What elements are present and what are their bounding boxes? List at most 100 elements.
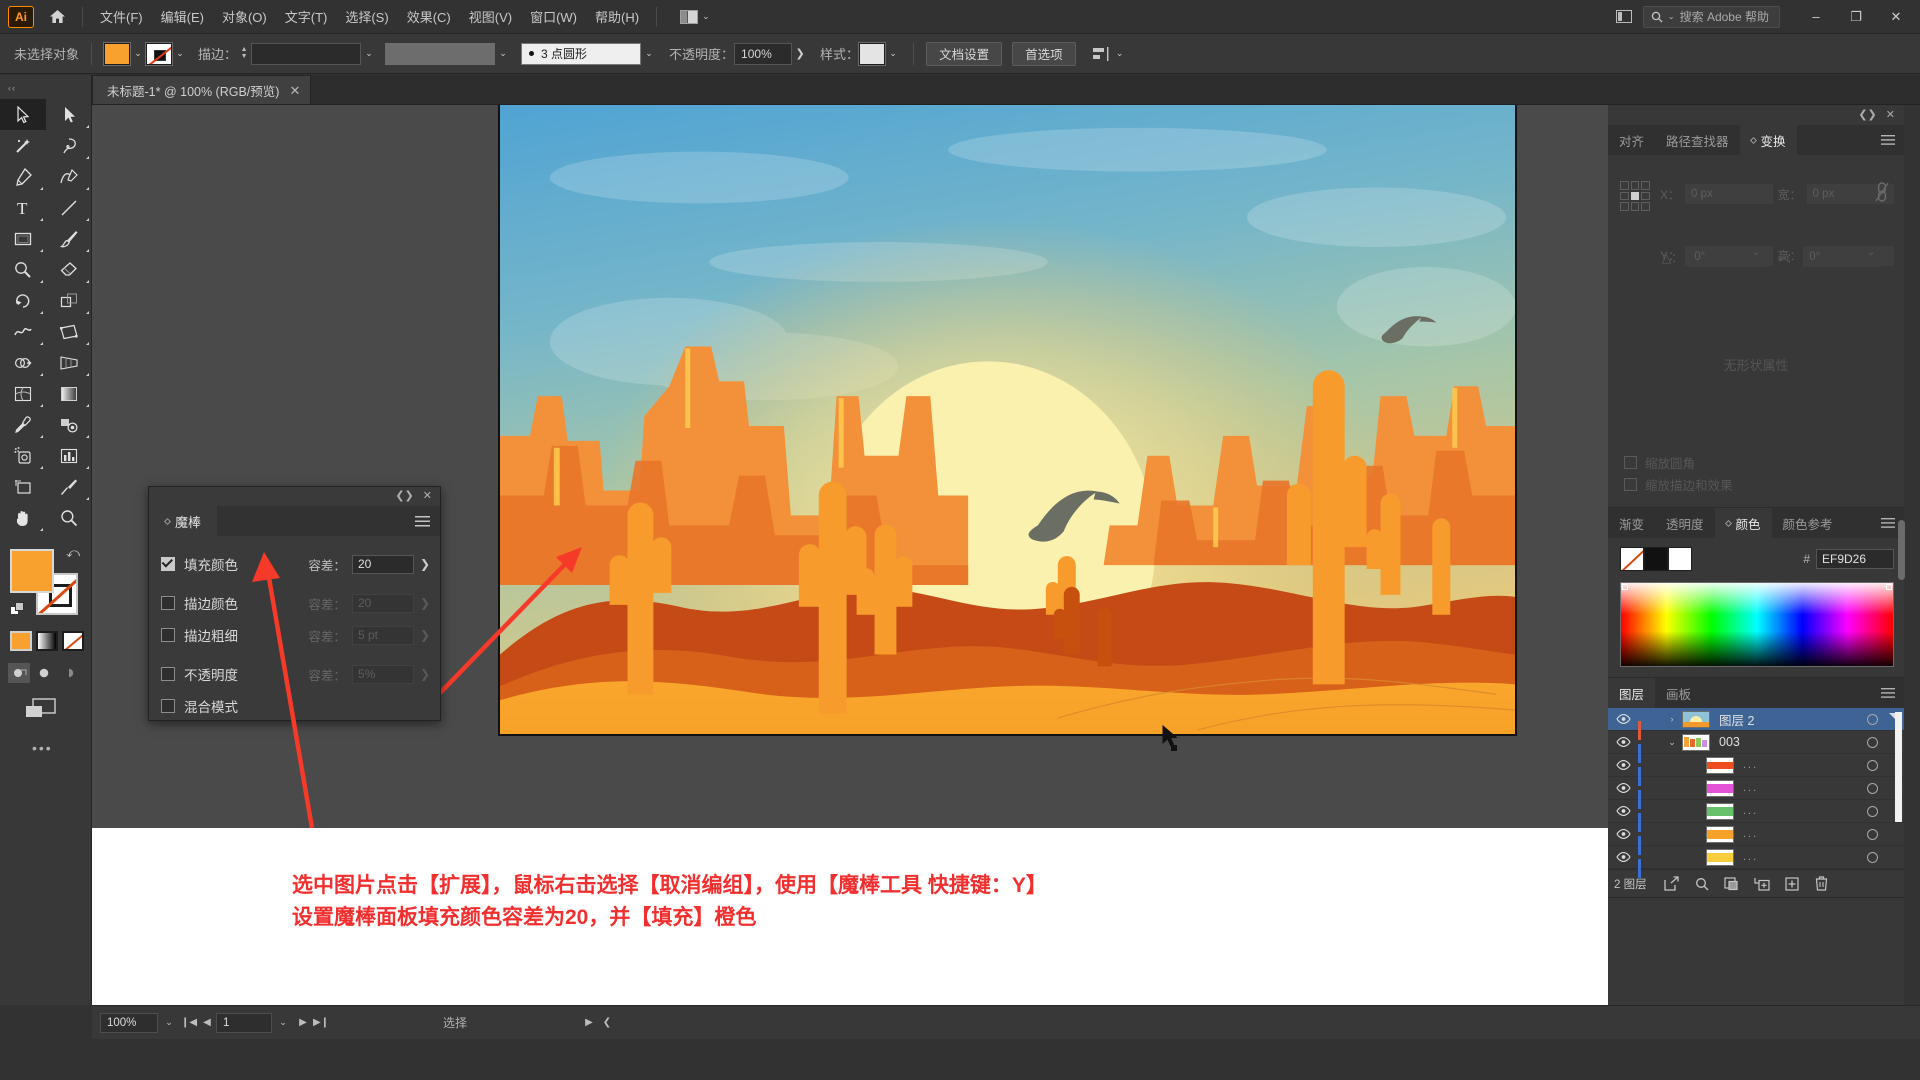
layer-target-icon[interactable]	[1867, 713, 1878, 725]
artboard[interactable]	[498, 105, 1517, 736]
style-chevron-down-icon[interactable]: ⌄	[885, 43, 901, 65]
opacity-tolerance-expand-icon[interactable]: ❯	[420, 667, 430, 681]
collapse-icon[interactable]: ❮❯	[395, 491, 413, 502]
layer-target-icon[interactable]	[1867, 782, 1878, 794]
create-new-layer-icon[interactable]	[1777, 871, 1807, 897]
scale-corners-checkbox[interactable]	[1624, 455, 1637, 469]
magic-wand-tool[interactable]	[0, 130, 46, 161]
edit-toolbar-icon[interactable]: •••	[32, 740, 91, 756]
menu-view[interactable]: 视图(V)	[460, 2, 521, 31]
transform-angle-input[interactable]: 0°	[1688, 247, 1767, 267]
transform-shear-input[interactable]: 0°	[1803, 247, 1882, 267]
locate-object-icon[interactable]	[1687, 871, 1717, 897]
artboard-tool[interactable]	[0, 471, 46, 502]
layer-name[interactable]: 003	[1719, 735, 1740, 749]
fill-color-indicator[interactable]	[10, 549, 54, 593]
rectangle-tool[interactable]	[0, 223, 46, 254]
make-clipping-mask-icon[interactable]	[1717, 871, 1747, 897]
zoom-chevron-down-icon[interactable]: ⌄	[158, 1017, 180, 1028]
menu-help[interactable]: 帮助(H)	[586, 2, 648, 31]
tab-artboards[interactable]: 画板	[1655, 678, 1702, 708]
close-icon[interactable]: ✕	[423, 491, 432, 502]
tab-gradient[interactable]: 渐变	[1608, 508, 1655, 538]
curvature-tool[interactable]	[46, 161, 92, 192]
brush-definition-select[interactable]: 3 点圆形	[521, 42, 642, 65]
layer-target-icon[interactable]	[1867, 851, 1878, 863]
perspective-grid-tool[interactable]	[46, 347, 92, 378]
symbol-sprayer-tool[interactable]	[0, 440, 46, 471]
lasso-tool[interactable]	[46, 130, 92, 161]
fill-tolerance-expand-icon[interactable]: ❯	[420, 557, 430, 571]
layer-name[interactable]: ...	[1743, 805, 1758, 817]
eye-icon[interactable]	[1608, 852, 1638, 862]
zoom-tool[interactable]	[46, 502, 92, 533]
brush-chevron-down-icon[interactable]: ⌄	[641, 43, 657, 65]
fill-chevron-down-icon[interactable]: ⌄	[130, 43, 146, 65]
layer-target-icon[interactable]	[1867, 828, 1878, 840]
stroke-tolerance-expand-icon[interactable]: ❯	[420, 596, 430, 610]
none-mode-button[interactable]	[62, 631, 84, 651]
tab-color[interactable]: 颜色	[1714, 508, 1772, 538]
menu-object[interactable]: 对象(O)	[213, 2, 276, 31]
preferences-button[interactable]: 首选项	[1012, 41, 1076, 66]
shape-builder-tool[interactable]	[0, 347, 46, 378]
draw-behind-icon[interactable]	[33, 663, 55, 683]
tab-transform[interactable]: 变换	[1739, 125, 1797, 155]
toolbar-grip[interactable]: ‹‹	[8, 83, 16, 93]
panel-menu-icon[interactable]	[415, 506, 440, 536]
white-swatch[interactable]	[1668, 547, 1692, 571]
panel-toggle-icon[interactable]	[1613, 8, 1635, 26]
last-page-icon[interactable]: ▶❙	[312, 1017, 330, 1028]
fill-color-checkbox[interactable]	[161, 557, 175, 571]
link-icon[interactable]	[1874, 181, 1890, 206]
status-expand-icon[interactable]: ▶	[580, 1017, 598, 1028]
layer-row-4[interactable]: ...	[1608, 777, 1904, 809]
eye-icon[interactable]	[1608, 806, 1638, 816]
layer-row-7[interactable]: ...	[1608, 846, 1904, 878]
layer-name[interactable]: ...	[1743, 851, 1758, 863]
stroke-color-swatch[interactable]	[145, 41, 174, 66]
layer-row-2[interactable]: ⌄ 003	[1608, 731, 1904, 763]
color-mode-button[interactable]	[10, 631, 32, 651]
mesh-tool[interactable]	[0, 378, 46, 409]
scale-strokes-checkbox[interactable]	[1624, 477, 1637, 491]
direct-selection-tool[interactable]	[46, 99, 92, 130]
expand-layer-icon[interactable]: ›	[1662, 714, 1682, 724]
none-swatch[interactable]	[1620, 547, 1644, 571]
eyedropper-tool[interactable]	[0, 409, 46, 440]
graphic-style-swatch[interactable]	[858, 41, 887, 66]
opacity-expand-icon[interactable]: ❯	[792, 43, 808, 65]
layer-target-icon[interactable]	[1867, 805, 1878, 817]
layer-row-3[interactable]: ...	[1608, 754, 1904, 786]
draw-normal-icon[interactable]	[8, 663, 30, 683]
align-icon[interactable]	[1092, 46, 1112, 62]
minimize-button[interactable]: –	[1796, 0, 1836, 34]
black-swatch[interactable]	[1644, 547, 1668, 571]
color-spectrum[interactable]	[1620, 582, 1894, 667]
tab-pathfinder[interactable]: 路径查找器	[1655, 125, 1740, 155]
panel-menu-icon[interactable]	[1881, 125, 1904, 155]
release-to-layers-icon[interactable]	[1657, 871, 1687, 897]
swap-fill-stroke-icon[interactable]: ⤺	[66, 545, 80, 561]
page-number-input[interactable]: 1	[216, 1012, 272, 1033]
type-tool[interactable]: T	[0, 192, 46, 223]
rotate-tool[interactable]	[0, 285, 46, 316]
delete-selection-icon[interactable]	[1807, 871, 1837, 897]
free-transform-tool[interactable]	[46, 316, 92, 347]
create-new-sublayer-icon[interactable]	[1747, 871, 1777, 897]
document-tab[interactable]: 未标题-1* @ 100% (RGB/预览) ✕	[92, 75, 312, 104]
layer-row-1[interactable]: › 图层 2	[1608, 708, 1904, 740]
collapse-icon[interactable]: ❮❯	[1858, 109, 1876, 121]
menu-select[interactable]: 选择(S)	[336, 2, 397, 31]
hex-input[interactable]: EF9D26	[1816, 549, 1894, 569]
scale-tool[interactable]	[46, 285, 92, 316]
maximize-button[interactable]: ❐	[1836, 0, 1876, 34]
opacity-input[interactable]: 100%	[734, 42, 793, 65]
hand-tool[interactable]	[0, 502, 46, 533]
menu-file[interactable]: 文件(F)	[91, 2, 152, 31]
menu-effect[interactable]: 效果(C)	[398, 2, 460, 31]
stroke-weight-chevron-down-icon[interactable]: ⌄	[361, 43, 377, 65]
stroke-color-checkbox[interactable]	[161, 596, 175, 610]
eye-icon[interactable]	[1608, 760, 1638, 770]
menu-edit[interactable]: 编辑(E)	[152, 2, 213, 31]
